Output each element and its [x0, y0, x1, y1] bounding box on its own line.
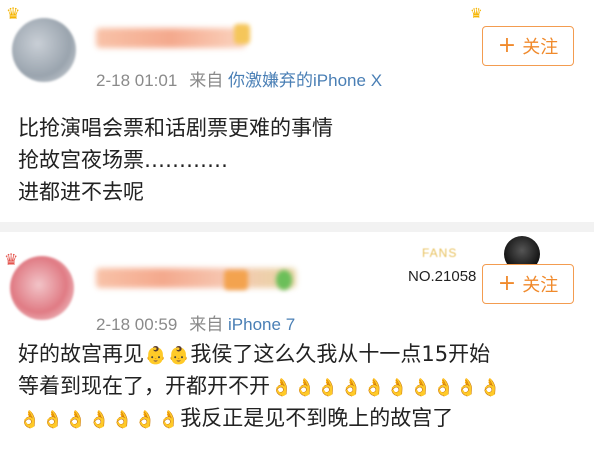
avatar[interactable] — [12, 18, 76, 82]
post-meta: 2-18 00:59 来自 iPhone 7 — [96, 310, 295, 335]
crown-icon: ♛ — [6, 4, 21, 23]
post-body: 比抢演唱会票和话剧票更难的事情 抢故宫夜场票………… 进都进不去呢 — [18, 112, 333, 208]
post-timestamp: 2-18 00:59 — [96, 315, 178, 334]
ok-hand-emoji-icon: 👌 — [271, 378, 293, 398]
user-badge-icon — [224, 270, 248, 290]
post-meta: 2-18 01:01 来自 你激嫌弃的iPhone X — [96, 66, 382, 91]
source-link[interactable]: iPhone 7 — [228, 315, 295, 334]
ok-hand-emoji-icon: 👌 — [317, 378, 339, 398]
user-badge-icon — [234, 24, 250, 44]
member-icon — [276, 270, 292, 290]
post-line: 抢故宫夜场票………… — [18, 148, 228, 172]
ok-hand-emoji-icon: 👌 — [19, 410, 41, 430]
post-line: 等着到现在了，开都开不开👌 👌 👌 👌 👌 👌 👌 👌 👌 👌 — [18, 370, 502, 402]
ok-hand-emoji-icon: 👌 — [479, 378, 501, 398]
baby-emoji-icon: 👶 — [168, 346, 190, 366]
ok-hand-emoji-row: 👌 👌 👌 👌 👌 👌 👌 — [18, 406, 180, 430]
post-line: 比抢演唱会票和话剧票更难的事情 — [18, 116, 333, 140]
post-text: 我侯了这么久我从十一点15开始 — [190, 342, 491, 366]
follow-button[interactable]: + 关注 — [482, 26, 574, 66]
ok-hand-emoji-icon: 👌 — [410, 378, 432, 398]
ok-hand-emoji-icon: 👌 — [386, 378, 409, 398]
post-text: 我反正是见不到晚上的故宫了 — [180, 406, 454, 430]
username-blurred[interactable] — [96, 28, 246, 48]
post-line: 进都进不去呢 — [18, 180, 144, 204]
post-line: 好的故宫再见👶 👶我侯了这么久我从十一点15开始 — [18, 338, 502, 370]
plus-icon: + — [497, 271, 517, 296]
ok-hand-emoji-icon: 👌 — [363, 378, 385, 398]
ok-hand-emoji-icon: 👌 — [294, 378, 316, 398]
follow-label: 关注 — [522, 37, 559, 58]
weibo-post-1: ♛ ♛ 2-18 01:01 来自 你激嫌弃的iPhone X + 关注 比抢演唱… — [0, 0, 594, 222]
baby-emoji-icon: 👶 — [145, 346, 167, 366]
ok-hand-emoji-icon: 👌 — [340, 378, 362, 398]
ok-hand-emoji-icon: 👌 — [111, 410, 133, 430]
plus-icon: + — [497, 33, 517, 58]
avatar[interactable] — [10, 256, 74, 320]
follow-button[interactable]: + 关注 — [482, 264, 574, 304]
post-body: 好的故宫再见👶 👶我侯了这么久我从十一点15开始 等着到现在了，开都开不开👌 👌 👌 👌… — [18, 338, 502, 434]
ok-hand-emoji-icon: 👌 — [88, 410, 110, 430]
source-prefix: 来自 — [189, 315, 224, 334]
ok-hand-emoji-icon: 👌 — [42, 410, 64, 430]
post-text: 好的故宫再见 — [18, 342, 144, 366]
fans-number: NO.21058 — [408, 268, 477, 285]
weibo-post-2: ♛ FANS NO.21058 2-18 00:59 来自 iPhone 7 + … — [0, 232, 594, 455]
post-line: 👌 👌 👌 👌 👌 👌 👌我反正是见不到晚上的故宫了 — [18, 402, 502, 434]
fans-label: FANS — [422, 246, 458, 260]
crown-deco-icon: ♛ — [470, 6, 483, 22]
ok-hand-emoji-icon: 👌 — [65, 410, 87, 430]
ok-hand-emoji-icon: 👌 — [456, 378, 478, 398]
ok-hand-emoji-icon: 👌 — [433, 378, 455, 398]
follow-label: 关注 — [522, 275, 559, 296]
ok-hand-emoji-row: 👌 👌 👌 👌 👌 👌 👌 👌 👌 👌 — [270, 374, 502, 398]
post-timestamp: 2-18 01:01 — [96, 71, 178, 90]
source-link[interactable]: 你激嫌弃的iPhone X — [228, 71, 382, 90]
source-prefix: 来自 — [189, 71, 224, 90]
post-text: 等着到现在了，开都开不开 — [18, 374, 270, 398]
crown-icon: ♛ — [4, 250, 19, 269]
fans-badge[interactable]: FANS NO.21058 — [408, 246, 477, 285]
ok-hand-emoji-icon: 👌 — [134, 410, 157, 430]
username-blurred[interactable] — [96, 268, 296, 288]
ok-hand-emoji-icon: 👌 — [158, 410, 180, 430]
